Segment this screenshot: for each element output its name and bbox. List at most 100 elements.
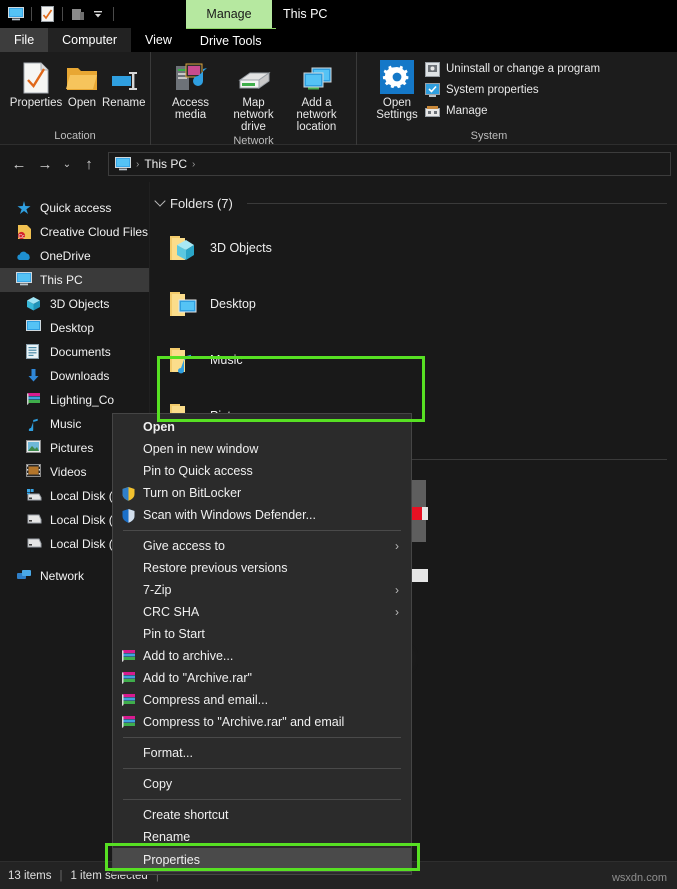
- navigation-bar: ← → ⌄ ↑ › This PC ›: [0, 146, 677, 182]
- context-menu-item-pin-to-start[interactable]: Pin to Start: [113, 623, 411, 645]
- context-menu-item-crc-sha[interactable]: CRC SHA ›: [113, 601, 411, 623]
- context-menu-item-add-to-archive-rar[interactable]: Add to "Archive.rar": [113, 667, 411, 689]
- ribbon-system-list: Uninstall or change a program System pro…: [425, 58, 600, 120]
- sidebar-item-onedrive[interactable]: OneDrive: [0, 244, 149, 268]
- ribbon: Properties Open Rename Location Access m…: [0, 52, 677, 147]
- recent-locations-icon[interactable]: ⌄: [58, 151, 76, 177]
- manage-contextual-tab[interactable]: Manage: [186, 0, 272, 28]
- folder-tile-music[interactable]: Music: [158, 332, 418, 388]
- open-folder-icon: [66, 60, 98, 94]
- folders-group-header[interactable]: Folders (7): [150, 192, 677, 214]
- window-title: This PC: [283, 7, 328, 21]
- tab-view[interactable]: View: [131, 28, 186, 52]
- chevron-collapse-icon[interactable]: [154, 195, 166, 207]
- tab-computer[interactable]: Computer: [48, 28, 132, 52]
- context-menu-item-open[interactable]: Open: [113, 416, 411, 438]
- folder-tile-label: 3D Objects: [210, 241, 272, 255]
- quick-access-toolbar: [0, 4, 119, 24]
- context-menu-item-7-zip[interactable]: 7-Zip ›: [113, 579, 411, 601]
- context-menu-label: Compress to "Archive.rar" and email: [143, 715, 345, 729]
- sidebar-label: Quick access: [40, 201, 112, 215]
- context-menu-item-create-shortcut[interactable]: Create shortcut: [113, 804, 411, 826]
- sidebar-item-this-pc[interactable]: This PC: [0, 268, 149, 292]
- context-menu-label: Pin to Quick access: [143, 464, 253, 478]
- context-menu-label: CRC SHA: [143, 605, 200, 619]
- folder-icon[interactable]: [68, 4, 88, 24]
- context-menu-label: 7-Zip: [143, 583, 172, 597]
- windows-drive-icon: [26, 488, 42, 504]
- sidebar-item-creative-cloud-files[interactable]: Cc Creative Cloud Files: [0, 220, 149, 244]
- context-menu-item-compress-and-email[interactable]: Compress and email...: [113, 689, 411, 711]
- back-arrow-icon[interactable]: ←: [6, 151, 32, 177]
- sidebar-label: Local Disk (: [50, 537, 113, 551]
- sidebar-label: Pictures: [50, 441, 94, 455]
- sidebar-item-downloads[interactable]: Downloads: [0, 364, 149, 388]
- toolbar-separator: [62, 7, 63, 21]
- tab-file[interactable]: File: [0, 28, 49, 52]
- folder-tile-3d-objects[interactable]: 3D Objects: [158, 220, 418, 276]
- bitlocker-shield-icon: [113, 486, 143, 501]
- ribbon-map-network-drive-button[interactable]: Map network drive: [222, 58, 285, 135]
- drive-icon: [26, 512, 42, 528]
- svg-text:Cc: Cc: [18, 234, 25, 240]
- windows-defender-icon: [113, 508, 143, 523]
- system-properties-icon: [425, 82, 440, 98]
- ribbon-rename-button[interactable]: Rename: [100, 58, 147, 111]
- ribbon-manage-item[interactable]: Manage: [425, 102, 600, 120]
- context-menu-label: Open in new window: [143, 442, 259, 456]
- ribbon-add-network-location-button[interactable]: Add a network location: [285, 58, 348, 135]
- context-menu-label: Properties: [143, 853, 200, 867]
- context-menu-label: Open: [143, 420, 175, 434]
- ribbon-properties-button[interactable]: Properties: [8, 58, 64, 111]
- context-menu-item-format[interactable]: Format...: [113, 742, 411, 764]
- context-menu[interactable]: Open Open in new window Pin to Quick acc…: [112, 413, 412, 875]
- context-menu-item-restore-previous-versions[interactable]: Restore previous versions: [113, 557, 411, 579]
- context-menu-item-scan-with-windows-defender[interactable]: Scan with Windows Defender...: [113, 504, 411, 526]
- ribbon-access-media-button[interactable]: Access media: [159, 58, 222, 123]
- context-menu-item-copy[interactable]: Copy: [113, 773, 411, 795]
- forward-arrow-icon[interactable]: →: [32, 151, 58, 177]
- context-menu-item-rename[interactable]: Rename: [113, 826, 411, 848]
- address-bar[interactable]: › This PC ›: [108, 152, 671, 176]
- context-menu-item-open-in-new-window[interactable]: Open in new window: [113, 438, 411, 460]
- properties-icon[interactable]: [37, 4, 57, 24]
- dropdown-arrow-icon[interactable]: [88, 4, 108, 24]
- context-menu-item-properties[interactable]: Properties: [113, 848, 411, 872]
- context-menu-item-turn-on-bitlocker[interactable]: Turn on BitLocker: [113, 482, 411, 504]
- folder-tile-desktop[interactable]: Desktop: [158, 276, 418, 332]
- context-menu-label: Format...: [143, 746, 194, 760]
- context-menu-separator: [123, 530, 401, 531]
- ribbon-open-button[interactable]: Open: [64, 58, 100, 111]
- manage-icon: [425, 104, 440, 119]
- context-menu-item-add-to-archive[interactable]: Add to archive...: [113, 645, 411, 667]
- folders-tiles: 3D Objects Desktop Music: [150, 214, 677, 444]
- breadcrumb-chevron-icon[interactable]: ›: [136, 159, 139, 170]
- ribbon-system-properties-item[interactable]: System properties: [425, 81, 600, 99]
- this-pc-icon: [115, 157, 131, 171]
- sidebar-item-3d-objects[interactable]: 3D Objects: [0, 292, 149, 316]
- ribbon-open-settings-button[interactable]: Open Settings: [369, 58, 425, 123]
- breadcrumb-this-pc[interactable]: This PC: [144, 157, 187, 171]
- drive-icon: [26, 536, 42, 552]
- winrar-icon: [113, 715, 143, 729]
- network-icon: [16, 568, 32, 584]
- toolbar-separator: [31, 7, 32, 21]
- sidebar-item-desktop[interactable]: Desktop: [0, 316, 149, 340]
- sidebar-item-quick-access[interactable]: Quick access: [0, 196, 149, 220]
- up-arrow-icon[interactable]: ↑: [76, 151, 102, 177]
- this-pc-icon[interactable]: [6, 4, 26, 24]
- sidebar-item-documents[interactable]: Documents: [0, 340, 149, 364]
- breadcrumb-chevron-icon[interactable]: ›: [192, 159, 195, 170]
- sidebar-item-lighting-co[interactable]: Lighting_Co: [0, 388, 149, 412]
- context-menu-item-pin-to-quick-access[interactable]: Pin to Quick access: [113, 460, 411, 482]
- ribbon-uninstall-program-item[interactable]: Uninstall or change a program: [425, 60, 600, 78]
- context-menu-item-compress-to-archive-rar-and-email[interactable]: Compress to "Archive.rar" and email: [113, 711, 411, 733]
- tab-drive-tools[interactable]: Drive Tools: [185, 28, 276, 52]
- sidebar-label: OneDrive: [40, 249, 91, 263]
- folder-3d-objects-icon: [166, 233, 200, 263]
- context-menu-item-give-access-to[interactable]: Give access to ›: [113, 535, 411, 557]
- ribbon-properties-label: Properties: [9, 97, 63, 109]
- onedrive-cloud-icon: [16, 248, 32, 264]
- sidebar-label: Downloads: [50, 369, 110, 383]
- status-item-count: 13 items: [8, 869, 52, 882]
